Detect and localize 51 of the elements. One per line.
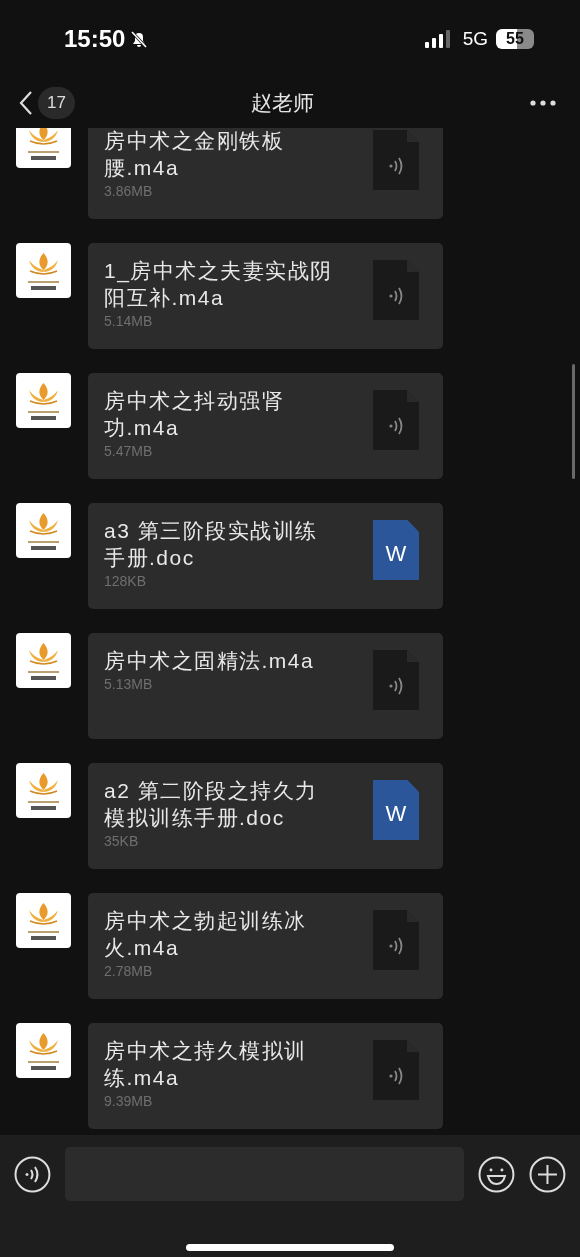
avatar-icon[interactable] — [16, 373, 71, 428]
chat-title: 赵老师 — [249, 90, 315, 116]
file-message[interactable]: a3 第三阶段实战训练手册.doc 128KB W — [88, 503, 443, 609]
avatar-icon[interactable] — [16, 243, 71, 298]
file-size: 128KB — [104, 573, 148, 589]
file-size: 9.39MB — [104, 1093, 154, 1109]
file-name: 房中术之固精法.m4a — [104, 648, 315, 674]
file-message[interactable]: 1_房中术之夫妻实战阴阳互补.m4a 5.14MB — [88, 243, 443, 349]
audio-file-icon — [373, 910, 419, 970]
file-name: 房中术之勃起训练冰火.m4a — [104, 908, 308, 961]
file-size: 5.47MB — [104, 443, 154, 459]
battery-level: 55 — [496, 29, 534, 49]
signal-icon — [424, 30, 451, 48]
back-icon[interactable] — [18, 90, 34, 116]
avatar-icon[interactable] — [16, 503, 71, 558]
emoji-icon[interactable] — [478, 1155, 516, 1193]
audio-file-icon — [373, 1040, 419, 1100]
file-name: 房中术之持久模拟训练.m4a — [104, 1038, 308, 1091]
word-file-icon: W — [373, 780, 419, 840]
avatar-icon[interactable] — [16, 633, 71, 688]
file-message[interactable]: 房中术之勃起训练冰火.m4a 2.78MB — [88, 893, 443, 999]
more-icon[interactable] — [530, 100, 556, 106]
audio-file-icon — [373, 650, 419, 710]
voice-icon[interactable] — [14, 1155, 51, 1193]
audio-file-icon — [373, 260, 419, 320]
audio-file-icon — [373, 390, 419, 450]
file-message[interactable]: 房中术之持久模拟训练.m4a 9.39MB — [88, 1023, 443, 1129]
status-time: 15:50 — [64, 25, 126, 53]
file-message[interactable]: a2 第二阶段之持久力模拟训练手册.doc 35KB W — [88, 763, 443, 869]
word-file-icon: W — [373, 520, 419, 580]
network-label: 5G — [462, 28, 488, 50]
avatar-icon[interactable] — [16, 128, 71, 168]
file-message[interactable]: 房中术之抖动强肾功.m4a 5.47MB — [88, 373, 443, 479]
file-size: 5.14MB — [104, 313, 154, 329]
avatar-icon[interactable] — [16, 893, 71, 948]
file-message[interactable]: 房中术之固精法.m4a 5.13MB — [88, 633, 443, 739]
file-name: a2 第二阶段之持久力模拟训练手册.doc — [104, 778, 319, 831]
file-name: a3 第三阶段实战训练手册.doc — [104, 518, 319, 571]
unread-count: 17 — [38, 87, 75, 119]
add-icon[interactable] — [529, 1155, 566, 1193]
file-size: 35KB — [104, 833, 140, 849]
file-message[interactable]: 房中术之金刚铁板腰.m4a 3.86MB — [88, 128, 443, 219]
file-size: 5.13MB — [104, 676, 154, 692]
audio-file-icon — [373, 130, 419, 190]
file-name: 房中术之金刚铁板腰.m4a — [104, 128, 285, 181]
file-name: 1_房中术之夫妻实战阴阳互补.m4a — [104, 258, 334, 311]
file-size: 2.78MB — [104, 963, 154, 979]
file-size: 3.86MB — [104, 183, 154, 199]
file-name: 房中术之抖动强肾功.m4a — [104, 388, 285, 441]
avatar-icon[interactable] — [16, 1023, 71, 1078]
avatar-icon[interactable] — [16, 763, 71, 818]
